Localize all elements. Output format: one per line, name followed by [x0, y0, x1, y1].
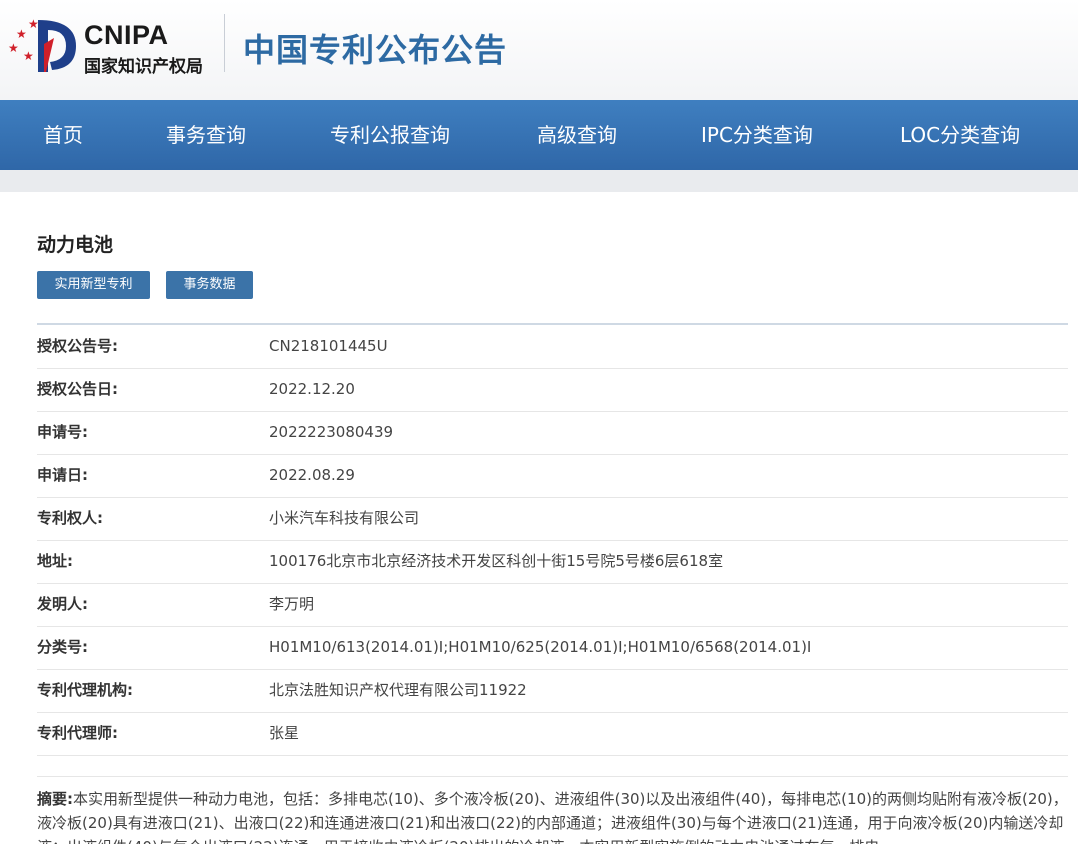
field-value: 张星 — [269, 724, 300, 742]
nav-ipc-query[interactable]: IPC分类查询 — [701, 100, 813, 170]
field-label: 专利代理师: — [37, 724, 118, 742]
abstract-label: 摘要: — [37, 790, 73, 808]
patent-title: 动力电池 — [37, 234, 114, 256]
field-label: 地址: — [37, 552, 73, 570]
field-value: 小米汽车科技有限公司 — [269, 509, 420, 527]
field-row-inventor: 发明人: 李万明 — [37, 583, 1068, 627]
field-row-patentee: 专利权人: 小米汽车科技有限公司 — [37, 497, 1068, 541]
field-row-address: 地址: 100176北京市北京经济技术开发区科创十街15号院5号楼6层618室 — [37, 540, 1068, 584]
field-row-agent: 专利代理师: 张星 — [37, 712, 1068, 756]
field-label: 申请号: — [37, 423, 88, 441]
field-value: 100176北京市北京经济技术开发区科创十街15号院5号楼6层618室 — [269, 552, 724, 570]
field-label: 授权公告号: — [37, 337, 118, 355]
field-value: 李万明 — [269, 595, 315, 613]
field-row-application-number: 申请号: 2022223080439 — [37, 411, 1068, 455]
site-title: 中国专利公布公告 — [243, 31, 508, 69]
abstract-text: 本实用新型提供一种动力电池，包括：多排电芯(10)、多个液冷板(20)、进液组件… — [37, 790, 1068, 844]
field-row-grant-number: 授权公告号: CN218101445U — [37, 325, 1068, 369]
field-row-grant-date: 授权公告日: 2022.12.20 — [37, 368, 1068, 412]
field-label: 发明人: — [37, 595, 88, 613]
star-icon: ★ — [16, 27, 27, 41]
content-gap — [0, 170, 1078, 192]
site-header: ★ ★ ★ ★ CNIPA 国家知识产权局 中国专利公布公告 — [0, 0, 1078, 100]
field-row-classification: 分类号: H01M10/613(2014.01)I;H01M10/625(201… — [37, 626, 1068, 670]
field-value: 2022.08.29 — [269, 466, 355, 484]
header-divider — [224, 14, 225, 72]
utility-model-button[interactable]: 实用新型专利 — [37, 271, 150, 299]
logo-text-en: CNIPA — [84, 20, 169, 50]
field-label: 专利代理机构: — [37, 681, 133, 699]
field-row-application-date: 申请日: 2022.08.29 — [37, 454, 1068, 498]
field-label: 申请日: — [37, 466, 88, 484]
field-label: 授权公告日: — [37, 380, 118, 398]
nav-transaction-query[interactable]: 事务查询 — [166, 100, 246, 170]
field-value: 2022223080439 — [269, 423, 394, 441]
cnipa-logo-icon — [38, 20, 76, 72]
field-label: 分类号: — [37, 638, 88, 656]
nav-gazette-query[interactable]: 专利公报查询 — [330, 100, 450, 170]
nav-loc-query[interactable]: LOC分类查询 — [900, 100, 1020, 170]
field-row-agency: 专利代理机构: 北京法胜知识产权代理有限公司11922 — [37, 669, 1068, 713]
field-label: 专利权人: — [37, 509, 103, 527]
field-value: 北京法胜知识产权代理有限公司11922 — [269, 681, 527, 699]
nav-advanced-query[interactable]: 高级查询 — [537, 100, 617, 170]
field-value: H01M10/613(2014.01)I;H01M10/625(2014.01)… — [269, 638, 812, 656]
logo-text-cn: 国家知识产权局 — [84, 57, 203, 77]
field-value: 2022.12.20 — [269, 380, 355, 398]
main-nav: 首页 事务查询 专利公报查询 高级查询 IPC分类查询 LOC分类查询 — [0, 100, 1078, 170]
field-value: CN218101445U — [269, 337, 388, 355]
nav-home[interactable]: 首页 — [43, 100, 83, 170]
star-icon: ★ — [8, 41, 19, 55]
transaction-data-button[interactable]: 事务数据 — [166, 271, 253, 299]
abstract-section: 摘要:本实用新型提供一种动力电池，包括：多排电芯(10)、多个液冷板(20)、进… — [37, 776, 1068, 844]
